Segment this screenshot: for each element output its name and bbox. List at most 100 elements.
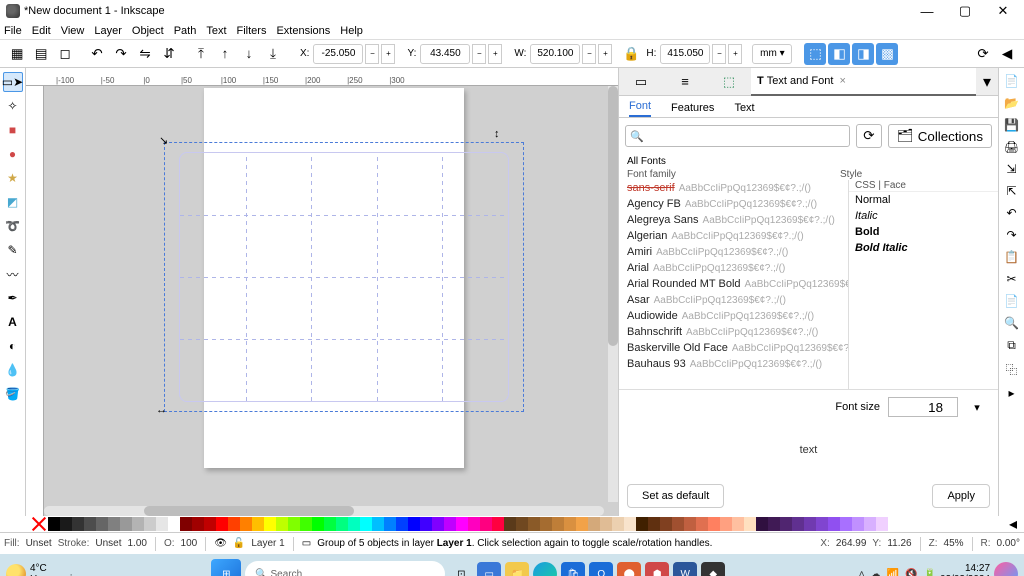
3dbox-tool[interactable]: ◩: [3, 192, 23, 212]
layer-select[interactable]: Layer 1: [251, 538, 284, 549]
font-size-dropdown[interactable]: ▾: [966, 396, 988, 418]
handle-nw[interactable]: ↘: [159, 134, 169, 144]
cut-icon[interactable]: ✂: [1006, 272, 1016, 286]
color-swatch[interactable]: [396, 517, 408, 531]
menu-filters[interactable]: Filters: [237, 25, 267, 37]
rotation-value[interactable]: 0.00°: [997, 538, 1020, 549]
color-swatch[interactable]: [840, 517, 852, 531]
color-swatch[interactable]: [360, 517, 372, 531]
font-size-input[interactable]: [888, 397, 958, 417]
font-family-list[interactable]: sans-serifAaBbCcIiPpQq12369$€¢?.;/()Agen…: [619, 180, 848, 389]
menu-path[interactable]: Path: [174, 25, 197, 37]
raise-button[interactable]: ↑: [214, 43, 236, 65]
menu-layer[interactable]: Layer: [94, 25, 122, 37]
color-swatch[interactable]: [660, 517, 672, 531]
transform-pattern-button[interactable]: ▩: [876, 43, 898, 65]
color-swatch[interactable]: [792, 517, 804, 531]
dropper-tool[interactable]: 💧: [3, 360, 23, 380]
color-swatch[interactable]: [228, 517, 240, 531]
select-all-button[interactable]: ▦: [6, 43, 28, 65]
font-row[interactable]: Baskerville Old FaceAaBbCcIiPpQq12369$€¢…: [619, 340, 848, 356]
taskbar-explorer[interactable]: 📁: [505, 562, 529, 576]
flip-h-button[interactable]: ⇋: [134, 43, 156, 65]
weather-widget[interactable]: 4°C Heavy rain: [6, 563, 78, 576]
face-italic[interactable]: Italic: [849, 208, 998, 224]
font-row[interactable]: Bauhaus 93AaBbCcIiPpQq12369$€¢?.;/(): [619, 356, 848, 372]
clone-icon[interactable]: ⿻: [1005, 361, 1017, 378]
set-default-button[interactable]: Set as default: [627, 484, 724, 508]
selector-tool[interactable]: ▭➤: [3, 72, 23, 92]
color-swatch[interactable]: [180, 517, 192, 531]
apply-button[interactable]: Apply: [932, 484, 990, 508]
color-swatch[interactable]: [852, 517, 864, 531]
text-tool[interactable]: A: [3, 312, 23, 332]
color-swatch[interactable]: [300, 517, 312, 531]
color-swatch[interactable]: [540, 517, 552, 531]
ellipse-tool[interactable]: ●: [3, 144, 23, 164]
color-swatch[interactable]: [864, 517, 876, 531]
collections-button[interactable]: 🗂Collections: [888, 124, 992, 148]
transform-gradient-button[interactable]: ◨: [852, 43, 874, 65]
tray-battery-icon[interactable]: 🔋: [924, 569, 936, 576]
palette-menu[interactable]: ◂: [1002, 513, 1024, 535]
h-dec[interactable]: −: [712, 44, 726, 64]
color-swatch[interactable]: [576, 517, 588, 531]
color-swatch[interactable]: [324, 517, 336, 531]
color-swatch[interactable]: [168, 517, 180, 531]
x-dec[interactable]: −: [365, 44, 379, 64]
w-inc[interactable]: +: [598, 44, 612, 64]
rect-tool[interactable]: ■: [3, 120, 23, 140]
copilot-icon[interactable]: [994, 562, 1018, 576]
menu-edit[interactable]: Edit: [32, 25, 51, 37]
color-swatch[interactable]: [636, 517, 648, 531]
taskbar-edge[interactable]: [533, 562, 557, 576]
zoom-icon[interactable]: 🔍: [1004, 316, 1019, 330]
color-swatch[interactable]: [624, 517, 636, 531]
undo-icon[interactable]: ↶: [1006, 206, 1016, 220]
opacity-value[interactable]: 100: [181, 538, 198, 549]
scrollbar-horizontal[interactable]: [44, 506, 604, 516]
color-swatch[interactable]: [204, 517, 216, 531]
font-row[interactable]: AmiriAaBbCcIiPpQq12369$€¢?.;/(): [619, 244, 848, 260]
deselect-button[interactable]: ◻: [54, 43, 76, 65]
color-swatch[interactable]: [120, 517, 132, 531]
taskbar-search[interactable]: 🔍 Search: [245, 561, 445, 576]
rotate-cw-button[interactable]: ↷: [110, 43, 132, 65]
raise-top-button[interactable]: ⤒: [190, 43, 212, 65]
color-swatch[interactable]: [588, 517, 600, 531]
color-swatch[interactable]: [708, 517, 720, 531]
refresh-fonts-button[interactable]: ⟳: [856, 124, 882, 148]
new-doc-icon[interactable]: 📄: [1004, 74, 1019, 88]
menu-help[interactable]: Help: [340, 25, 363, 37]
stroke-value[interactable]: Unset: [95, 538, 121, 549]
spiral-tool[interactable]: ➰: [3, 216, 23, 236]
close-button[interactable]: ✕: [984, 0, 1022, 22]
color-swatch[interactable]: [336, 517, 348, 531]
color-swatch[interactable]: [444, 517, 456, 531]
menu-text[interactable]: Text: [206, 25, 226, 37]
color-swatch[interactable]: [468, 517, 480, 531]
scrollbar-vertical[interactable]: [608, 86, 618, 502]
y-dec[interactable]: −: [472, 44, 486, 64]
maximize-button[interactable]: ▢: [946, 0, 984, 22]
handle-n[interactable]: ↕: [494, 128, 504, 138]
color-swatch[interactable]: [132, 517, 144, 531]
color-swatch[interactable]: [252, 517, 264, 531]
color-swatch[interactable]: [288, 517, 300, 531]
font-row[interactable]: Alegreya SansAaBbCcIiPpQq12369$€¢?.;/(): [619, 212, 848, 228]
ruler-vertical[interactable]: [26, 86, 44, 516]
font-row[interactable]: BahnschriftAaBbCcIiPpQq12369$€¢?.;/(): [619, 324, 848, 340]
export-icon[interactable]: ⇱: [1006, 184, 1016, 198]
tray-onedrive-icon[interactable]: ☁: [871, 569, 881, 576]
h-input[interactable]: 415.050: [660, 44, 710, 64]
paste-icon[interactable]: 📄: [1004, 294, 1019, 308]
h-inc[interactable]: +: [728, 44, 742, 64]
color-swatch[interactable]: [312, 517, 324, 531]
color-swatch[interactable]: [84, 517, 96, 531]
print-icon[interactable]: 🖨: [1004, 140, 1019, 154]
toggle-something-button[interactable]: ⟳: [972, 43, 994, 65]
color-swatch[interactable]: [528, 517, 540, 531]
windows-taskbar[interactable]: 4°C Heavy rain ⊞ 🔍 Search ⊡ ▭ 📁 🛍 O ⬤ ⬢ …: [0, 554, 1024, 576]
color-swatch[interactable]: [876, 517, 888, 531]
menu-view[interactable]: View: [61, 25, 85, 37]
